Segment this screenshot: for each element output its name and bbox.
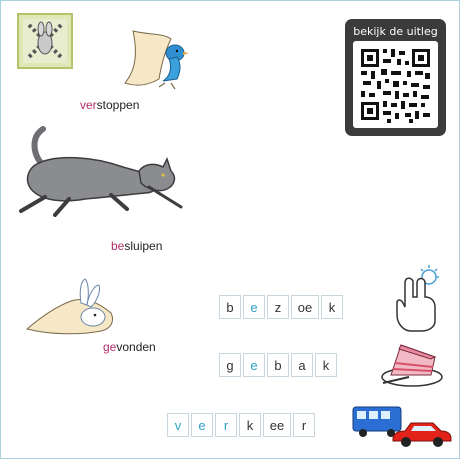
letter-row-gebak: g e b a k	[219, 353, 337, 377]
letter-cell: z	[267, 295, 289, 319]
letter-cell: b	[267, 353, 289, 377]
car-icon	[389, 419, 455, 454]
letter-cell: r	[215, 413, 237, 437]
letter-row-verkeer: v e r k ee r	[167, 413, 315, 437]
letter-cell: k	[239, 413, 261, 437]
letter-cell: e	[243, 295, 265, 319]
cake-icon	[379, 337, 445, 394]
tap-hand-icon[interactable]	[391, 263, 441, 340]
qr-code-icon[interactable]	[353, 41, 438, 128]
letter-cell: e	[191, 413, 213, 437]
word-besluipen: besluipen	[111, 239, 162, 253]
qr-title: bekijk de uitleg	[353, 25, 438, 38]
word-verstoppen: verstoppen	[80, 98, 139, 112]
letter-cell: k	[321, 295, 343, 319]
word-rest: vonden	[116, 340, 156, 354]
bird-under-cloth-icon	[119, 29, 193, 96]
letter-cell: oe	[291, 295, 319, 319]
letter-cell: a	[291, 353, 313, 377]
qr-card[interactable]: bekijk de uitleg	[345, 19, 446, 136]
word-rest: sluipen	[124, 239, 163, 253]
letter-cell: r	[293, 413, 315, 437]
word-rest: stoppen	[96, 98, 140, 112]
rabbit-under-cloth-icon	[21, 277, 121, 342]
letter-cell: k	[315, 353, 337, 377]
word-prefix: be	[111, 239, 125, 253]
word-prefix: ge	[103, 340, 117, 354]
letter-cell: v	[167, 413, 189, 437]
worksheet-page: verstoppen bekijk de uitleg besluipen ge…	[0, 0, 460, 459]
letter-cell: e	[243, 353, 265, 377]
letter-cell: ee	[263, 413, 291, 437]
word-gevonden: gevonden	[103, 340, 156, 354]
letter-cell: g	[219, 353, 241, 377]
cat-sneaking-icon	[15, 123, 185, 228]
letter-cell: b	[219, 295, 241, 319]
word-prefix: ver	[80, 98, 97, 112]
letter-row-bezoek: b e z oe k	[219, 295, 343, 319]
logo-icon	[17, 13, 73, 69]
